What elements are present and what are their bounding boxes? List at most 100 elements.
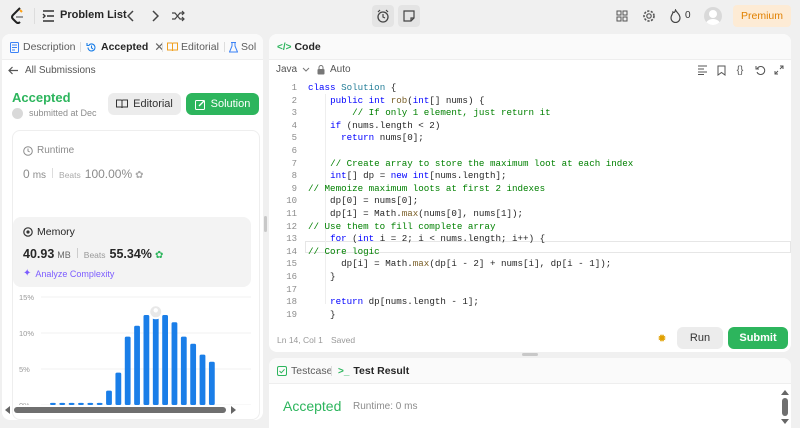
distribution-bar[interactable] <box>162 315 168 405</box>
line-number: 13 <box>286 234 297 245</box>
memory-section[interactable]: Memory 40.93 MB Beats 55.34% ✿ ✦ Analyze… <box>13 217 251 287</box>
memory-beats-label: Beats <box>83 250 106 260</box>
auto-mode-indicator[interactable]: Auto <box>317 64 351 75</box>
bookmark-icon[interactable] <box>714 63 728 77</box>
problem-list-link[interactable]: Problem List <box>60 9 127 21</box>
reset-icon[interactable] <box>753 63 767 77</box>
line-number: 9 <box>291 183 297 194</box>
horizontal-resize-handle[interactable] <box>522 353 538 356</box>
memory-chip-icon <box>23 227 33 237</box>
all-submissions-link[interactable]: All Submissions <box>8 63 96 77</box>
cursor-position: Ln 14, Col 1 <box>277 335 323 345</box>
premium-button[interactable]: Premium <box>733 5 791 27</box>
vertical-resize-handle[interactable] <box>264 216 267 232</box>
runtime-section[interactable]: Runtime 0 ms Beats 100.00% ✿ <box>23 145 251 195</box>
line-number: 2 <box>291 95 297 106</box>
code-line: // Create array to store the maximum loo… <box>330 157 634 169</box>
avatar[interactable] <box>704 7 722 25</box>
distribution-bar[interactable] <box>171 322 178 405</box>
tab-code[interactable]: </> Code <box>277 34 321 60</box>
left-tab-bar: Description Accepted ✕ Editorial Sol <box>2 34 263 60</box>
tab-description[interactable]: Description <box>10 34 76 60</box>
runtime-beats-value: 100.00% <box>84 167 133 181</box>
code-line: dp[i] = Math.max(dp[i - 2] + nums[i], dp… <box>308 258 612 270</box>
editorial-button[interactable]: Editorial <box>108 93 181 115</box>
line-number: 10 <box>286 196 297 207</box>
line-number: 7 <box>291 158 297 169</box>
your-submission-avatar <box>153 308 158 313</box>
line-number: 8 <box>291 171 297 182</box>
submitter-avatar <box>12 108 23 119</box>
language-selector[interactable]: Java <box>276 64 310 75</box>
line-number: 16 <box>286 272 297 282</box>
line-number: 5 <box>291 133 297 144</box>
format-icon[interactable] <box>695 63 709 77</box>
tab-accepted[interactable]: Accepted ✕ <box>86 34 164 60</box>
tab-testcase[interactable]: Testcase <box>277 358 332 384</box>
test-runtime: Runtime: 0 ms <box>353 401 418 412</box>
braces-icon[interactable]: {} <box>733 63 747 77</box>
leetcode-logo-icon[interactable] <box>8 6 28 26</box>
notes-icon[interactable] <box>398 5 420 27</box>
problem-list-icon[interactable] <box>40 8 56 24</box>
line-number: 1 <box>291 83 297 93</box>
line-number: 15 <box>286 259 297 270</box>
timer-icon[interactable] <box>372 5 394 27</box>
solution-button[interactable]: Solution <box>186 93 259 115</box>
horizontal-scrollbar[interactable] <box>5 405 243 415</box>
beats-emoji-icon: ✿ <box>154 250 164 261</box>
tab-description-label: Description <box>23 41 76 53</box>
line-number: 11 <box>286 209 297 219</box>
runtime-value: 0 <box>23 167 30 181</box>
streak-fire-icon[interactable] <box>668 8 682 24</box>
prev-problem-icon[interactable] <box>124 8 138 24</box>
tab-solutions[interactable]: Sol <box>229 34 256 60</box>
clock-icon <box>23 145 33 156</box>
line-number: 3 <box>291 108 297 119</box>
code-line: for (int i = 2; i < nums.length; i++) { <box>330 233 546 245</box>
code-line: // Memoize maximum loots at first 2 inde… <box>308 182 546 194</box>
expand-icon[interactable] <box>772 63 786 77</box>
chevron-down-icon <box>302 67 310 72</box>
top-navigation-bar: Problem List 0 Premium <box>0 0 800 32</box>
lock-icon <box>317 64 325 74</box>
distribution-bar[interactable] <box>208 361 215 405</box>
distribution-bar[interactable] <box>143 315 150 405</box>
language-label: Java <box>276 64 298 75</box>
line-number: 19 <box>286 309 297 320</box>
terminal-icon: >_ <box>338 365 350 377</box>
distribution-bar[interactable] <box>190 343 197 405</box>
run-button[interactable]: Run <box>677 327 723 349</box>
distribution-bar[interactable] <box>199 354 206 405</box>
checkbox-icon <box>277 366 287 376</box>
distribution-bar[interactable] <box>124 336 131 405</box>
runtime-beats-label: Beats <box>59 170 81 180</box>
settings-gear-icon[interactable] <box>641 8 657 24</box>
code-line: return nums[0]; <box>341 132 424 144</box>
vertical-scrollbar[interactable] <box>781 390 789 424</box>
history-icon <box>86 42 96 51</box>
beats-emoji-icon: ✿ <box>135 170 144 181</box>
shuffle-icon[interactable] <box>170 8 186 24</box>
code-line: if (nums.length < 2) <box>330 119 441 131</box>
tab-test-result[interactable]: >_ Test Result <box>338 358 409 384</box>
debug-icon[interactable]: ✹ <box>655 331 669 345</box>
memory-beats-value: 55.34% <box>109 247 152 261</box>
code-line: int[] dp = new int[nums.length]; <box>330 170 507 182</box>
tab-editorial[interactable]: Editorial <box>167 34 219 60</box>
flask-icon <box>229 41 238 52</box>
distribution-bar[interactable] <box>106 390 112 405</box>
layout-icon[interactable] <box>614 8 630 24</box>
submit-button[interactable]: Submit <box>728 327 788 349</box>
distribution-bar[interactable] <box>134 325 140 405</box>
code-editor[interactable]: 1 class Solution {2 public int rob(int[] … <box>269 80 791 320</box>
next-problem-icon[interactable] <box>148 8 162 24</box>
distribution-bar[interactable] <box>152 307 159 405</box>
tab-test-result-label: Test Result <box>353 365 410 377</box>
analyze-complexity-link[interactable]: ✦ Analyze Complexity <box>23 268 114 279</box>
distribution-bar[interactable] <box>115 372 122 405</box>
distribution-bar[interactable] <box>180 336 187 405</box>
book-icon <box>167 42 178 52</box>
chart-svg: 15%10%5%0% <box>19 293 251 410</box>
code-line: dp[1] = Math.max(nums[0], nums[1]); <box>308 208 524 219</box>
